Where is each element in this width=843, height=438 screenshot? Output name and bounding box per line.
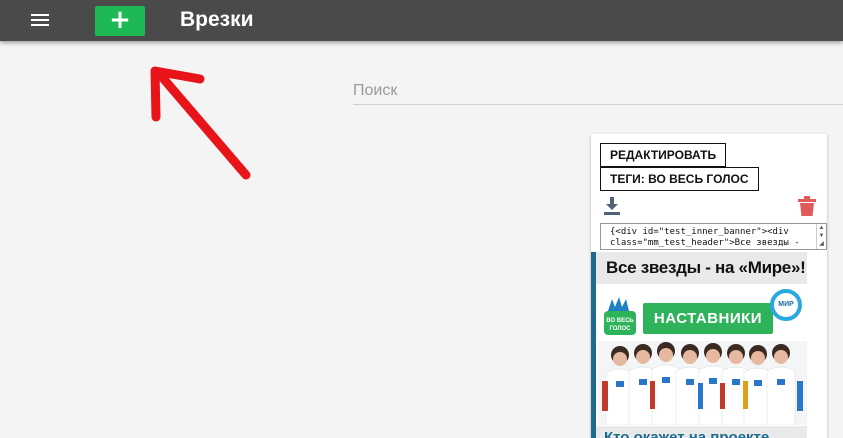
banner-subline: Кто окажет на проекте <box>596 426 807 438</box>
red-arrow-annotation <box>150 66 251 180</box>
promo-label: НАСТАВНИКИ <box>643 303 773 334</box>
banner-preview: Все звезды - на «Мире»! ВО ВЕСЬ ГОЛОС НА… <box>591 252 827 438</box>
page-title: Врезки <box>180 8 254 31</box>
banner-headline: Все звезды - на «Мире»! <box>596 252 807 284</box>
mentors-photo <box>598 341 807 425</box>
download-icon[interactable] <box>603 196 621 216</box>
code-field-scroll-handle[interactable]: ▲ ▼ ◢ <box>816 224 826 249</box>
channel-logo: МИР <box>770 289 802 321</box>
svg-text:ВО ВЕСЬ: ВО ВЕСЬ <box>606 318 634 324</box>
hamburger-menu-icon[interactable] <box>28 11 52 31</box>
search-input[interactable] <box>353 78 843 105</box>
show-logo: ВО ВЕСЬ ГОЛОС <box>604 297 636 335</box>
insert-card: РЕДАКТИРОВАТЬ ТЕГИ: ВО ВЕСЬ ГОЛОС {<div … <box>591 134 827 438</box>
svg-text:ГОЛОС: ГОЛОС <box>609 326 631 332</box>
tags-button[interactable]: ТЕГИ: ВО ВЕСЬ ГОЛОС <box>600 167 759 191</box>
promo-image: ВО ВЕСЬ ГОЛОС НАСТАВНИКИ МИР <box>598 285 807 425</box>
add-button[interactable]: + <box>95 6 145 36</box>
edit-button[interactable]: РЕДАКТИРОВАТЬ <box>600 143 727 167</box>
top-app-bar: + Врезки <box>0 0 843 41</box>
embed-code-field[interactable]: {<div id="test_inner_banner"><div class=… <box>600 223 827 250</box>
trash-icon[interactable] <box>798 196 816 217</box>
